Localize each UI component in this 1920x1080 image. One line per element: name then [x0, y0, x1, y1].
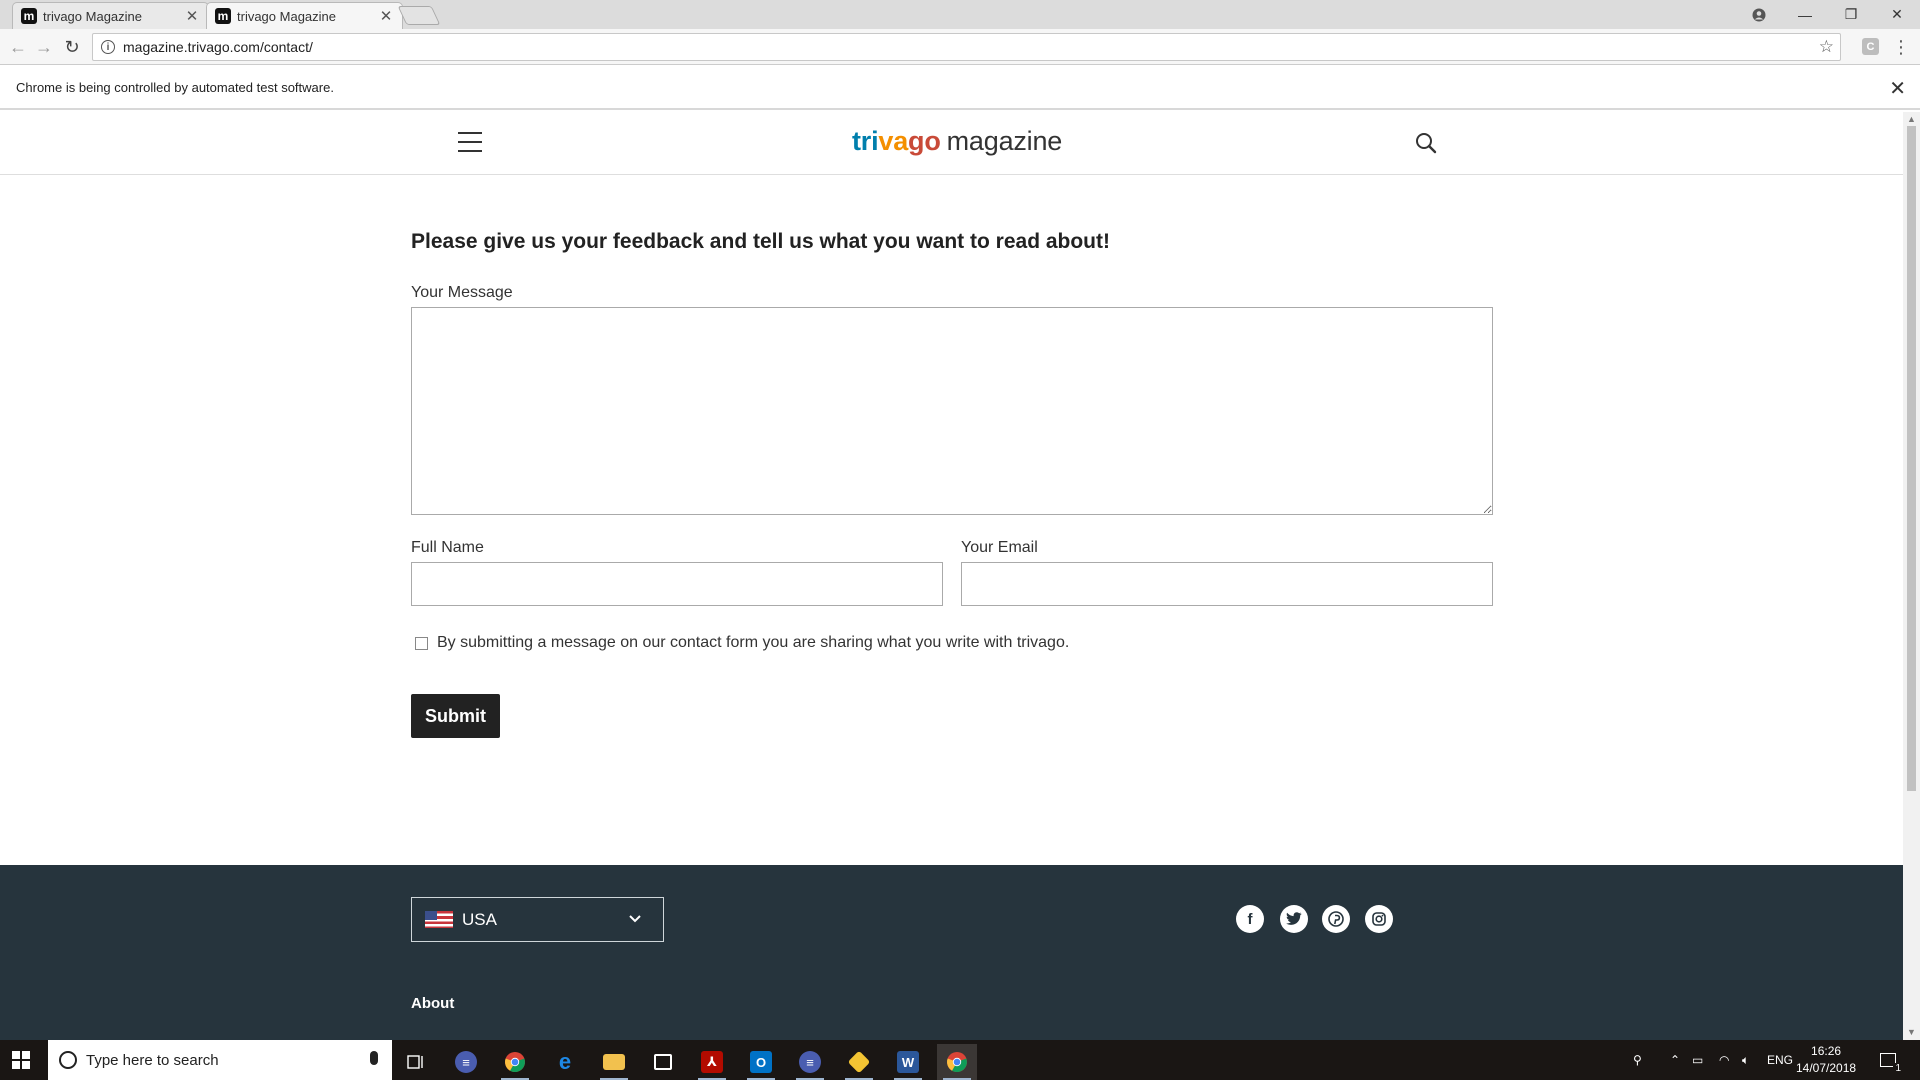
outlook-icon[interactable]: O: [741, 1044, 781, 1080]
volume-icon[interactable]: 🔈︎: [1742, 1040, 1749, 1080]
taskbar-clock[interactable]: 16:26 14/07/2018: [1796, 1043, 1856, 1077]
scrollbar-thumb[interactable]: [1907, 126, 1916, 791]
page-viewport: trivago magazine Please give us your feed…: [0, 112, 1903, 1040]
infobar-message: Chrome is being controlled by automated …: [16, 79, 334, 95]
word-icon[interactable]: W: [888, 1044, 928, 1080]
address-bar[interactable]: i magazine.trivago.com/contact/ ☆: [92, 33, 1841, 61]
chevron-down-icon: [629, 915, 641, 923]
page-title: Please give us your feedback and tell us…: [411, 230, 1110, 253]
reload-icon[interactable]: ↻: [60, 35, 84, 59]
footer-about-heading[interactable]: About: [411, 995, 454, 1012]
chrome-menu-icon[interactable]: ⋮: [1892, 35, 1910, 59]
git-icon[interactable]: [839, 1044, 879, 1080]
url-text: magazine.trivago.com/contact/: [123, 39, 313, 55]
full-name-label: Full Name: [411, 539, 484, 556]
site-footer: USA f About: [0, 865, 1903, 1040]
scroll-down-icon[interactable]: ▼: [1907, 1027, 1916, 1037]
taskbar-search-placeholder: Type here to search: [86, 1051, 219, 1069]
country-value: USA: [462, 909, 497, 929]
back-arrow-icon[interactable]: ←: [6, 35, 30, 59]
language-indicator[interactable]: ENG: [1767, 1040, 1793, 1080]
tab-close-icon[interactable]: ✕: [184, 7, 200, 25]
tab-close-icon[interactable]: ✕: [378, 7, 394, 25]
windows-taskbar: Type here to search ≡ e ⅄ O ≡ W ⚲ ⌃ ▭ ◠ …: [0, 1040, 1920, 1080]
windows-start-icon[interactable]: [12, 1051, 30, 1069]
chrome-icon[interactable]: [495, 1044, 535, 1080]
page-scrollbar[interactable]: ▲ ▼: [1903, 112, 1920, 1040]
tray-chevron-icon[interactable]: ⌃: [1670, 1040, 1680, 1080]
us-flag-icon: [425, 911, 453, 928]
clock-date: 14/07/2018: [1796, 1061, 1857, 1075]
chrome-active-icon[interactable]: [937, 1044, 977, 1080]
infobar-close-icon[interactable]: ✕: [1889, 76, 1906, 101]
country-select[interactable]: USA: [411, 897, 664, 942]
browser-tab-active[interactable]: m trivago Magazine ✕: [206, 2, 403, 29]
full-name-input[interactable]: [411, 562, 943, 606]
site-header: trivago magazine: [0, 112, 1903, 175]
vpn-app-icon[interactable]: ≡: [446, 1044, 486, 1080]
wifi-icon[interactable]: ◠: [1719, 1040, 1729, 1080]
facebook-icon[interactable]: f: [1236, 905, 1264, 933]
message-textarea[interactable]: [411, 307, 1493, 515]
clock-time: 16:26: [1811, 1044, 1842, 1058]
email-label: Your Email: [961, 539, 1038, 556]
new-tab-button[interactable]: [397, 6, 441, 25]
notification-center-icon[interactable]: 1: [1880, 1040, 1903, 1080]
instagram-icon[interactable]: [1365, 905, 1393, 933]
tab-title: trivago Magazine: [43, 8, 142, 24]
cortana-icon: [59, 1051, 77, 1069]
taskbar-search-box[interactable]: Type here to search: [48, 1040, 392, 1080]
battery-icon[interactable]: ▭: [1692, 1040, 1703, 1080]
pinterest-icon[interactable]: [1322, 905, 1350, 933]
edge-icon[interactable]: e: [545, 1044, 585, 1080]
people-icon[interactable]: ⚲: [1633, 1040, 1642, 1080]
consent-text: By submitting a message on our contact f…: [437, 634, 1070, 651]
bookmark-star-icon[interactable]: ☆: [1819, 37, 1834, 57]
consent-row: By submitting a message on our contact f…: [415, 634, 1069, 652]
site-info-icon[interactable]: i: [101, 40, 115, 54]
minimize-window-icon[interactable]: —: [1782, 0, 1828, 29]
browser-tab-strip: m trivago Magazine ✕ m trivago Magazine …: [0, 0, 1920, 29]
task-view-icon[interactable]: [396, 1044, 436, 1080]
acrobat-icon[interactable]: ⅄: [692, 1044, 732, 1080]
close-window-icon[interactable]: ✕: [1874, 0, 1920, 29]
file-explorer-icon[interactable]: [594, 1044, 634, 1080]
trivago-magazine-logo[interactable]: trivago magazine: [852, 126, 1062, 157]
tab-favicon-icon: m: [21, 8, 37, 24]
notification-count: 1: [1893, 1063, 1903, 1074]
browser-toolbar: ← → ↻ i magazine.trivago.com/contact/ ☆ …: [0, 29, 1920, 65]
search-icon[interactable]: [1414, 131, 1438, 155]
microphone-icon[interactable]: [370, 1051, 378, 1065]
extension-icon[interactable]: C: [1862, 38, 1879, 55]
submit-button[interactable]: Submit: [411, 694, 500, 738]
tab-title: trivago Magazine: [237, 8, 336, 24]
email-input[interactable]: [961, 562, 1493, 606]
consent-checkbox[interactable]: [415, 636, 428, 650]
scroll-up-icon[interactable]: ▲: [1907, 114, 1916, 124]
vpn-app-2-icon[interactable]: ≡: [790, 1044, 830, 1080]
hamburger-menu-icon[interactable]: [458, 132, 482, 152]
message-label: Your Message: [411, 284, 513, 301]
store-icon[interactable]: [643, 1044, 683, 1080]
twitter-icon[interactable]: [1280, 905, 1308, 933]
profile-icon[interactable]: [1736, 0, 1782, 29]
browser-tab[interactable]: m trivago Magazine ✕: [12, 2, 209, 29]
restore-window-icon[interactable]: ❐: [1828, 0, 1874, 29]
automation-infobar: Chrome is being controlled by automated …: [0, 66, 1920, 110]
tab-favicon-icon: m: [215, 8, 231, 24]
forward-arrow-icon[interactable]: →: [32, 35, 56, 59]
